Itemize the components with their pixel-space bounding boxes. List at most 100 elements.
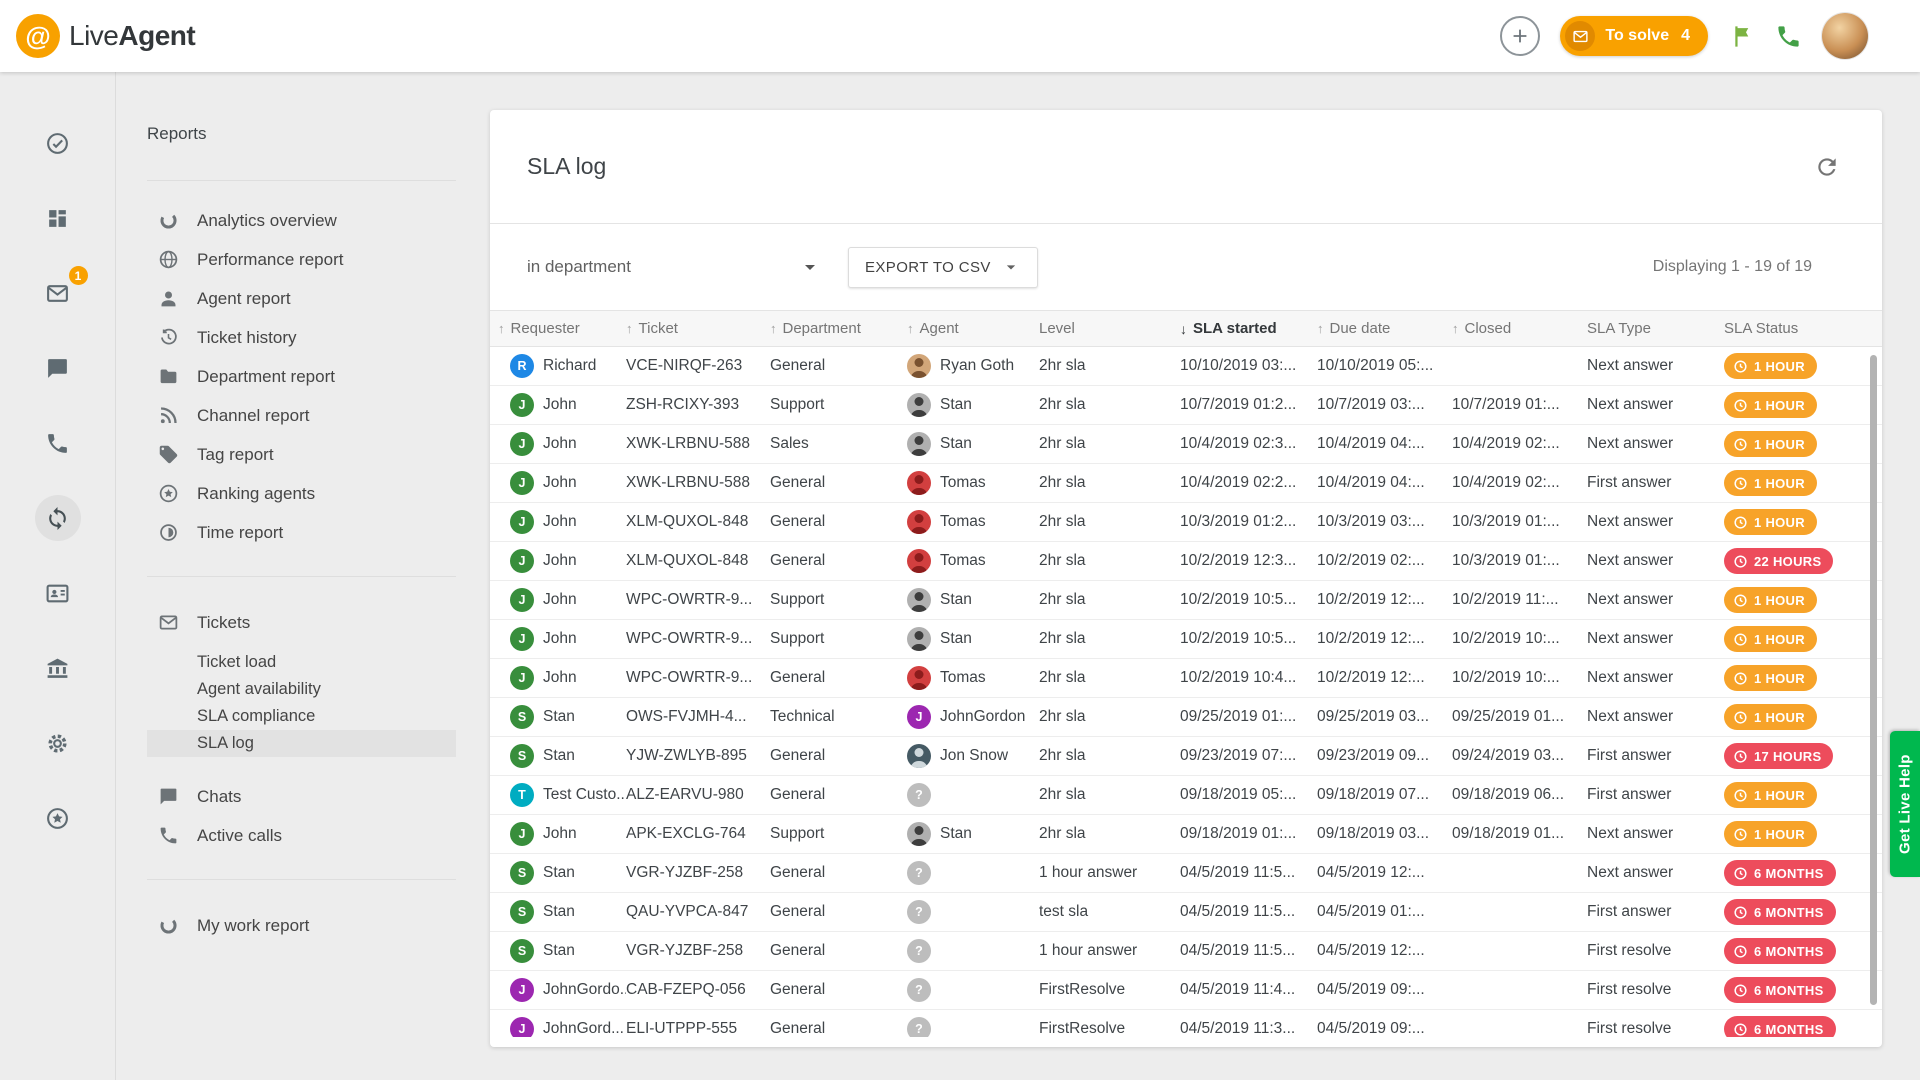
table-row[interactable]: J John XLM-QUXOL-848 General Tomas 2hr s… xyxy=(490,542,1882,581)
sla-status-cell: 1 HOUR xyxy=(1724,587,1882,613)
table-row[interactable]: J John WPC-OWRTR-9... General Tomas 2hr … xyxy=(490,659,1882,698)
sidebar-item-agent-report[interactable]: Agent report xyxy=(147,279,456,318)
sidebar-item-tag-report[interactable]: Tag report xyxy=(147,435,456,474)
column-header-requester[interactable]: Requester xyxy=(498,320,626,337)
sidebar-item-chats[interactable]: Chats xyxy=(147,777,456,816)
rail-item-onboarding[interactable] xyxy=(35,120,81,166)
sidebar-item-active-calls[interactable]: Active calls xyxy=(147,816,456,855)
sla-status-cell: 17 HOURS xyxy=(1724,743,1882,769)
department-cell: General xyxy=(770,474,907,492)
table-row[interactable]: J JohnGordo... CAB-FZEPQ-056 General ? F… xyxy=(490,971,1882,1010)
sidebar-item-performance-report[interactable]: Performance report xyxy=(147,240,456,279)
column-header-ticket[interactable]: Ticket xyxy=(626,320,770,337)
sidebar-subitem-label: Ticket load xyxy=(197,653,276,671)
sla-status-label: 1 HOUR xyxy=(1754,671,1805,686)
requester-cell: J JohnGord... xyxy=(498,1017,626,1037)
rail-icon xyxy=(45,431,70,456)
sidebar-item-channel-report[interactable]: Channel report xyxy=(147,396,456,435)
get-live-help-tab[interactable]: Get Live Help xyxy=(1890,731,1920,877)
table-row[interactable]: S Stan OWS-FVJMH-4... Technical J JohnGo… xyxy=(490,698,1882,737)
column-header-sla-started[interactable]: SLA started xyxy=(1180,320,1317,337)
sla-status-cell: 1 HOUR xyxy=(1724,665,1882,691)
table-row[interactable]: J John XLM-QUXOL-848 General Tomas 2hr s… xyxy=(490,503,1882,542)
agent-name: Stan xyxy=(940,630,972,648)
user-avatar[interactable] xyxy=(1822,13,1868,59)
sidebar-item-tickets[interactable]: Tickets xyxy=(147,603,456,642)
table-row[interactable]: T Test Custo... ALZ-EARVU-980 General ? … xyxy=(490,776,1882,815)
table-row[interactable]: J John WPC-OWRTR-9... Support Stan 2hr s… xyxy=(490,620,1882,659)
sidebar-item-agent-availability[interactable]: Agent availability xyxy=(147,676,456,703)
department-cell: General xyxy=(770,786,907,804)
sla-status-badge: 1 HOUR xyxy=(1724,704,1817,730)
rail-item-dashboard[interactable] xyxy=(35,195,81,241)
requester-name: John xyxy=(543,630,577,648)
rail-item-company[interactable] xyxy=(35,645,81,691)
table-row[interactable]: R Richard VCE-NIRQF-263 General Ryan Got… xyxy=(490,347,1882,386)
sla-type-cell: First answer xyxy=(1587,903,1724,921)
sla-type-cell: First resolve xyxy=(1587,1020,1724,1037)
sidebar-item-analytics-overview[interactable]: Analytics overview xyxy=(147,201,456,240)
sidebar-item-ranking-agents[interactable]: Ranking agents xyxy=(147,474,456,513)
sla-status-cell: 1 HOUR xyxy=(1724,509,1882,535)
due-date-cell: 10/2/2019 12:... xyxy=(1317,630,1452,648)
department-filter-select[interactable]: in department xyxy=(527,255,822,279)
column-header-sla-status[interactable]: SLA Status xyxy=(1724,320,1882,337)
agent-cell: ? xyxy=(907,1017,1039,1037)
refresh-button[interactable] xyxy=(1814,154,1840,180)
requester-cell: S Stan xyxy=(498,861,626,885)
sidebar-item-icon xyxy=(158,249,180,270)
column-header-level[interactable]: Level xyxy=(1039,320,1180,337)
column-label: Agent xyxy=(920,320,959,337)
sidebar-item-ticket-history[interactable]: Ticket history xyxy=(147,318,456,357)
table-row[interactable]: J John XWK-LRBNU-588 Sales Stan 2hr sla … xyxy=(490,425,1882,464)
sidebar-item-icon xyxy=(158,522,180,543)
table-row[interactable]: J JohnGord... ELI-UTPPP-555 General ? Fi… xyxy=(490,1010,1882,1037)
ticket-cell: VGR-YJZBF-258 xyxy=(626,942,770,960)
export-to-csv-button[interactable]: EXPORT TO CSV xyxy=(848,247,1038,288)
column-header-department[interactable]: Department xyxy=(770,320,907,337)
table-scrollbar[interactable] xyxy=(1870,355,1877,1005)
column-header-agent[interactable]: Agent xyxy=(907,320,1039,337)
liveagent-logo[interactable]: @ LiveAgent xyxy=(16,14,195,58)
rail-item-contacts[interactable] xyxy=(35,570,81,616)
rail-item-calls[interactable] xyxy=(35,420,81,466)
sidebar-item-time-report[interactable]: Time report xyxy=(147,513,456,552)
sla-type-cell: Next answer xyxy=(1587,357,1724,375)
table-row[interactable]: S Stan QAU-YVPCA-847 General ? test sla … xyxy=(490,893,1882,932)
rail-item-reports[interactable] xyxy=(35,495,81,541)
sidebar-item-icon xyxy=(158,444,180,465)
table-row[interactable]: J John ZSH-RCIXY-393 Support Stan 2hr sl… xyxy=(490,386,1882,425)
sidebar-item-ticket-load[interactable]: Ticket load xyxy=(147,649,456,676)
add-new-button[interactable] xyxy=(1500,16,1540,56)
requester-name: John xyxy=(543,669,577,687)
requester-cell: S Stan xyxy=(498,744,626,768)
column-header-sla-type[interactable]: SLA Type xyxy=(1587,320,1724,337)
closed-cell: 09/18/2019 06... xyxy=(1452,786,1587,804)
clock-icon xyxy=(1733,632,1748,647)
sidebar-item-department-report[interactable]: Department report xyxy=(147,357,456,396)
column-header-closed[interactable]: Closed xyxy=(1452,320,1587,337)
rail-item-ranking[interactable] xyxy=(35,795,81,841)
table-row[interactable]: J John WPC-OWRTR-9... Support Stan 2hr s… xyxy=(490,581,1882,620)
due-date-cell: 04/5/2019 09:... xyxy=(1317,981,1452,999)
notification-badge: 1 xyxy=(69,266,88,285)
rail-item-tickets[interactable]: 1 xyxy=(35,270,81,316)
call-status-button[interactable] xyxy=(1775,23,1802,50)
plus-icon xyxy=(1509,25,1531,47)
rail-item-settings[interactable] xyxy=(35,720,81,766)
table-row[interactable]: S Stan VGR-YJZBF-258 General ? 1 hour an… xyxy=(490,854,1882,893)
to-solve-button[interactable]: To solve 4 xyxy=(1560,16,1708,56)
sla-type-cell: Next answer xyxy=(1587,669,1724,687)
level-cell: 2hr sla xyxy=(1039,669,1180,687)
level-cell: 2hr sla xyxy=(1039,630,1180,648)
sidebar-item-my-work-report[interactable]: My work report xyxy=(147,906,456,945)
column-header-due-date[interactable]: Due date xyxy=(1317,320,1452,337)
table-row[interactable]: S Stan YJW-ZWLYB-895 General Jon Snow 2h… xyxy=(490,737,1882,776)
table-row[interactable]: J John APK-EXCLG-764 Support Stan 2hr sl… xyxy=(490,815,1882,854)
rail-item-chats[interactable] xyxy=(35,345,81,391)
sidebar-item-sla-log[interactable]: SLA log xyxy=(147,730,456,757)
availability-flag-button[interactable] xyxy=(1728,23,1755,50)
sidebar-item-sla-compliance[interactable]: SLA compliance xyxy=(147,703,456,730)
table-row[interactable]: S Stan VGR-YJZBF-258 General ? 1 hour an… xyxy=(490,932,1882,971)
table-row[interactable]: J John XWK-LRBNU-588 General Tomas 2hr s… xyxy=(490,464,1882,503)
